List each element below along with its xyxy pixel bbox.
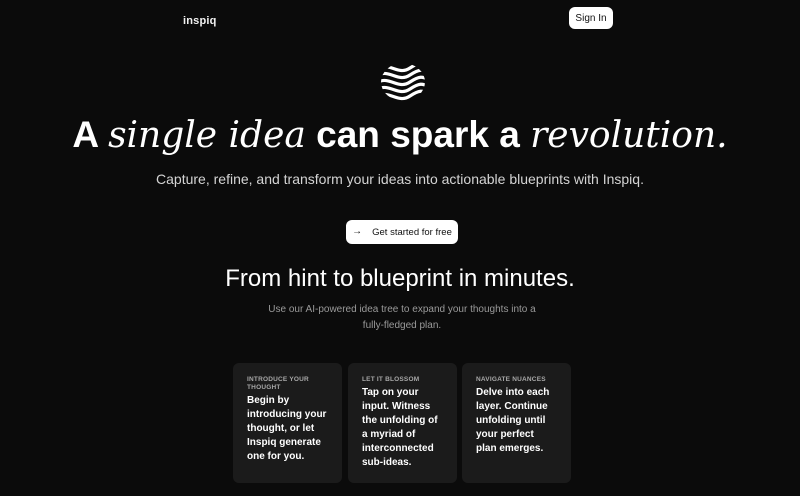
hero-headline-italic: revolution. bbox=[530, 115, 728, 156]
hero-headline: A single idea can spark a revolution. bbox=[0, 112, 800, 159]
section-title: From hint to blueprint in minutes. bbox=[225, 265, 575, 292]
inspiq-wave-logo-icon bbox=[381, 63, 425, 101]
landing-page: inspiq Sign In A single idea can spark a… bbox=[0, 0, 800, 496]
feature-card-body: Delve into each layer. Continue unfoldin… bbox=[476, 387, 550, 454]
feature-card-label: LET IT BLOSSOM bbox=[362, 376, 420, 383]
sign-in-button[interactable]: Sign In bbox=[569, 7, 613, 29]
feature-card-body: Begin by introducing your thought, or le… bbox=[247, 395, 327, 462]
feature-card-label: INTRODUCE YOUR THOUGHT bbox=[247, 376, 309, 391]
hero-subtitle: Capture, refine, and transform your idea… bbox=[156, 171, 644, 187]
get-started-label: Get started for free bbox=[372, 226, 452, 238]
feature-cards: INTRODUCE YOUR THOUGHT Begin by introduc… bbox=[233, 363, 573, 483]
section-subtitle: Use our AI-powered idea tree to expand y… bbox=[268, 304, 536, 331]
feature-card-nuances: NAVIGATE NUANCES Delve into each layer. … bbox=[462, 363, 571, 483]
feature-card-label: NAVIGATE NUANCES bbox=[476, 376, 546, 383]
feature-card-blossom: LET IT BLOSSOM Tap on your input. Witnes… bbox=[348, 363, 457, 483]
arrow-right-icon: → bbox=[352, 226, 363, 237]
hero-headline-part: can spark a bbox=[305, 114, 531, 155]
feature-card-body: Tap on your input. Witness the unfolding… bbox=[362, 387, 438, 468]
hero-headline-part: A bbox=[72, 114, 109, 155]
hero-headline-italic: single idea bbox=[108, 115, 306, 156]
get-started-button[interactable]: → Get started for free bbox=[346, 220, 458, 244]
feature-card-introduce: INTRODUCE YOUR THOUGHT Begin by introduc… bbox=[233, 363, 342, 483]
brand-name[interactable]: inspiq bbox=[183, 15, 217, 27]
